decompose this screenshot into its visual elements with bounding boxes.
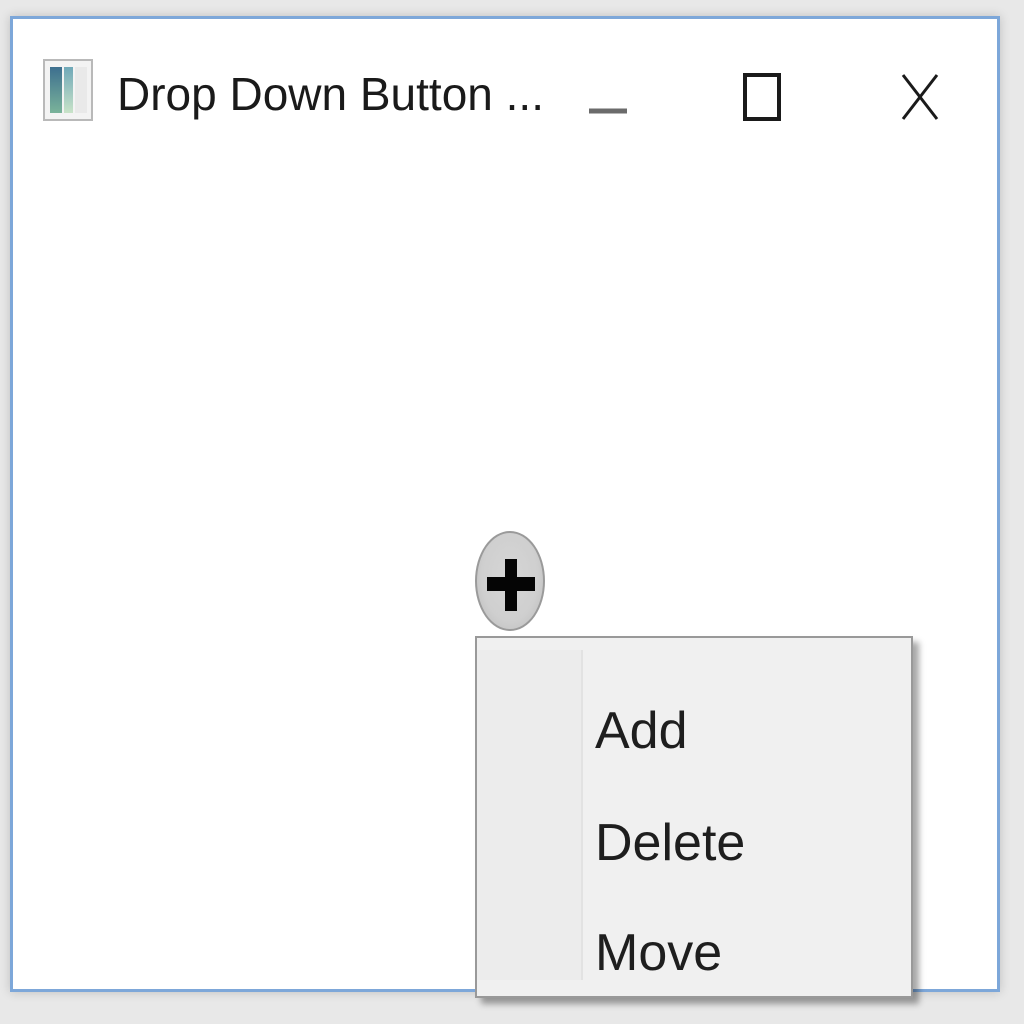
close-button[interactable]: [871, 53, 971, 133]
minimize-button[interactable]: [555, 53, 655, 133]
close-icon: [901, 74, 939, 120]
plus-icon: [487, 559, 535, 611]
maximize-button[interactable]: [713, 53, 813, 133]
menu-item-move[interactable]: Move: [595, 908, 895, 998]
app-window-icon: [43, 59, 93, 121]
app-window: Drop Down Button ... Add Delete Move: [10, 16, 1000, 998]
minimize-icon: [589, 108, 627, 114]
maximize-icon: [743, 73, 781, 121]
window-title: Drop Down Button ...: [117, 68, 544, 120]
menu-icon-gutter: [477, 650, 583, 980]
drop-down-button[interactable]: [475, 531, 545, 631]
dropdown-menu: Add Delete Move: [475, 636, 913, 998]
menu-item-add[interactable]: Add: [595, 686, 895, 776]
menu-item-delete[interactable]: Delete: [595, 798, 895, 888]
title-bar[interactable]: Drop Down Button ...: [13, 19, 997, 169]
